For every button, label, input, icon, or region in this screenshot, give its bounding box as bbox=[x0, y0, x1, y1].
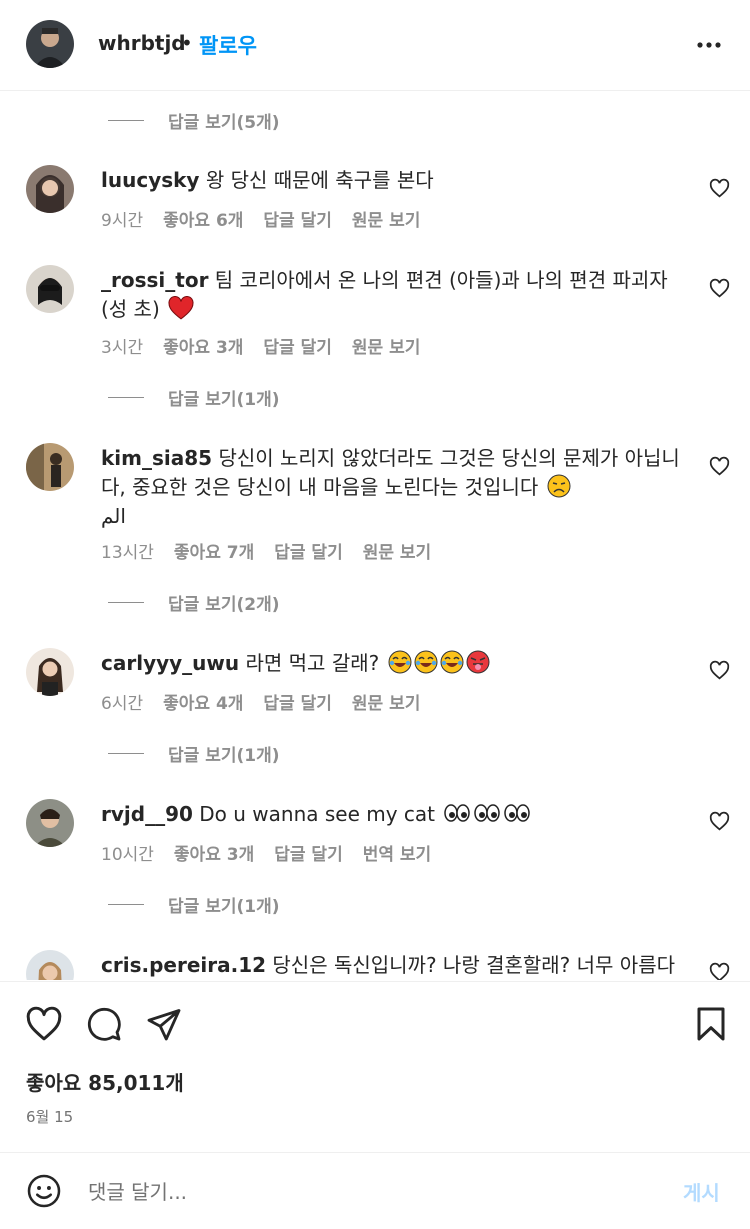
divider-line bbox=[108, 602, 144, 603]
comment-username[interactable]: carlyyy_uwu bbox=[101, 651, 239, 675]
comment-username[interactable]: rvjd__90 bbox=[101, 802, 193, 826]
comment-text: 당신은 독신입니까? 나랑 결혼할래? 너무 아름다 bbox=[272, 953, 676, 977]
comment-meta: 3시간 좋아요 3개 답글 달기 원문 보기 bbox=[101, 333, 420, 358]
comment-time: 9시간 bbox=[101, 211, 144, 231]
commenter-avatar[interactable] bbox=[26, 950, 74, 980]
comment-time: 13시간 bbox=[101, 543, 154, 563]
comment-likes[interactable]: 좋아요 7개 bbox=[174, 538, 254, 563]
commenter-avatar[interactable] bbox=[26, 648, 74, 696]
comment-text: 왕 당신 때문에 축구를 본다 bbox=[205, 168, 434, 192]
comment-likes[interactable]: 좋아요 3개 bbox=[163, 333, 243, 358]
comment-likes[interactable]: 좋아요 4개 bbox=[163, 689, 243, 714]
commenter-avatar[interactable] bbox=[26, 165, 74, 213]
comment-meta: 10시간 좋아요 3개 답글 달기 번역 보기 bbox=[101, 840, 431, 865]
view-replies-button[interactable]: 답글 보기(5개) bbox=[108, 108, 280, 133]
like-heart-icon[interactable] bbox=[25, 1006, 63, 1046]
follow-button[interactable]: 팔로우 bbox=[199, 30, 257, 60]
commenter-avatar[interactable] bbox=[26, 799, 74, 847]
comment-text: 라면 먹고 갈래? bbox=[245, 651, 380, 675]
view-replies-button[interactable]: 답글 보기(1개) bbox=[108, 741, 280, 766]
comment-composer: 게시 bbox=[0, 1152, 750, 1229]
comment-meta: 13시간 좋아요 7개 답글 달기 원문 보기 bbox=[101, 538, 431, 563]
like-heart-icon[interactable] bbox=[709, 811, 730, 832]
view-replies-button[interactable]: 답글 보기(1개) bbox=[108, 385, 280, 410]
see-original-button[interactable]: 원문 보기 bbox=[352, 333, 420, 358]
emoji-picker-icon[interactable] bbox=[26, 1173, 62, 1213]
tears-of-joy-emoji-icon bbox=[388, 650, 412, 674]
divider-line bbox=[108, 397, 144, 398]
comment-time: 3시간 bbox=[101, 338, 144, 358]
post-like-count[interactable]: 좋아요 85,011개 bbox=[26, 1067, 184, 1096]
face-with-tongue-emoji-icon bbox=[466, 650, 490, 674]
comment-list[interactable]: 답글 보기(5개) luucysky 왕 당신 때문에 축구를 본다 9시간 좋… bbox=[0, 92, 750, 980]
like-heart-icon[interactable] bbox=[709, 178, 730, 199]
divider-line bbox=[108, 904, 144, 905]
reply-button[interactable]: 답글 달기 bbox=[274, 840, 342, 865]
eyes-emoji-icon bbox=[444, 804, 471, 822]
view-replies-button[interactable]: 답글 보기(1개) bbox=[108, 892, 280, 917]
see-original-button[interactable]: 원문 보기 bbox=[352, 689, 420, 714]
save-bookmark-icon[interactable] bbox=[694, 1006, 728, 1046]
disappointed-face-emoji-icon bbox=[547, 474, 571, 498]
reply-button[interactable]: 답글 달기 bbox=[274, 538, 342, 563]
separator-dot: • bbox=[181, 31, 193, 55]
divider-line bbox=[108, 120, 144, 121]
post-actions: 좋아요 85,011개 6월 15 bbox=[0, 981, 750, 1151]
comment-input[interactable] bbox=[86, 1175, 650, 1209]
see-translation-button[interactable]: 번역 보기 bbox=[363, 840, 431, 865]
eyes-emoji-icon bbox=[504, 804, 531, 822]
post-date: 6월 15 bbox=[26, 1108, 74, 1126]
see-original-button[interactable]: 원문 보기 bbox=[352, 206, 420, 231]
like-heart-icon[interactable] bbox=[709, 456, 730, 477]
share-send-icon[interactable] bbox=[146, 1006, 182, 1046]
view-replies-button[interactable]: 답글 보기(2개) bbox=[108, 590, 280, 615]
comment-meta: 9시간 좋아요 6개 답글 달기 원문 보기 bbox=[101, 206, 420, 231]
comment-time: 10시간 bbox=[101, 845, 154, 865]
comment-meta: 6시간 좋아요 4개 답글 달기 원문 보기 bbox=[101, 689, 420, 714]
comment-username[interactable]: cris.pereira.12 bbox=[101, 953, 266, 977]
comment-likes[interactable]: 좋아요 3개 bbox=[174, 840, 254, 865]
author-avatar[interactable] bbox=[26, 20, 74, 68]
like-heart-icon[interactable] bbox=[709, 660, 730, 681]
see-original-button[interactable]: 원문 보기 bbox=[363, 538, 431, 563]
like-heart-icon[interactable] bbox=[709, 278, 730, 299]
reply-button[interactable]: 답글 달기 bbox=[263, 333, 331, 358]
reply-button[interactable]: 답글 달기 bbox=[263, 206, 331, 231]
comment-username[interactable]: _rossi_tor bbox=[101, 268, 208, 292]
author-username[interactable]: whrbtjd bbox=[98, 31, 186, 55]
tears-of-joy-emoji-icon bbox=[414, 650, 438, 674]
comment-time: 6시간 bbox=[101, 694, 144, 714]
red-heart-emoji-icon bbox=[168, 296, 194, 320]
post-header: whrbtjd • 팔로우 bbox=[0, 0, 750, 91]
comment-username[interactable]: kim_sia85 bbox=[101, 446, 212, 470]
comment-bubble-icon[interactable] bbox=[86, 1006, 122, 1046]
comment-username[interactable]: luucysky bbox=[101, 168, 199, 192]
comment-likes[interactable]: 좋아요 6개 bbox=[163, 206, 243, 231]
commenter-avatar[interactable] bbox=[26, 443, 74, 491]
more-options-icon[interactable] bbox=[694, 30, 724, 60]
eyes-emoji-icon bbox=[474, 804, 501, 822]
post-comment-button[interactable]: 게시 bbox=[683, 1177, 720, 1206]
comment-text: Do u wanna see my cat bbox=[199, 802, 436, 826]
comment-text-tail: الم bbox=[101, 504, 126, 528]
divider-line bbox=[108, 753, 144, 754]
like-heart-icon[interactable] bbox=[709, 962, 730, 980]
tears-of-joy-emoji-icon bbox=[440, 650, 464, 674]
reply-button[interactable]: 답글 달기 bbox=[263, 689, 331, 714]
commenter-avatar[interactable] bbox=[26, 265, 74, 313]
